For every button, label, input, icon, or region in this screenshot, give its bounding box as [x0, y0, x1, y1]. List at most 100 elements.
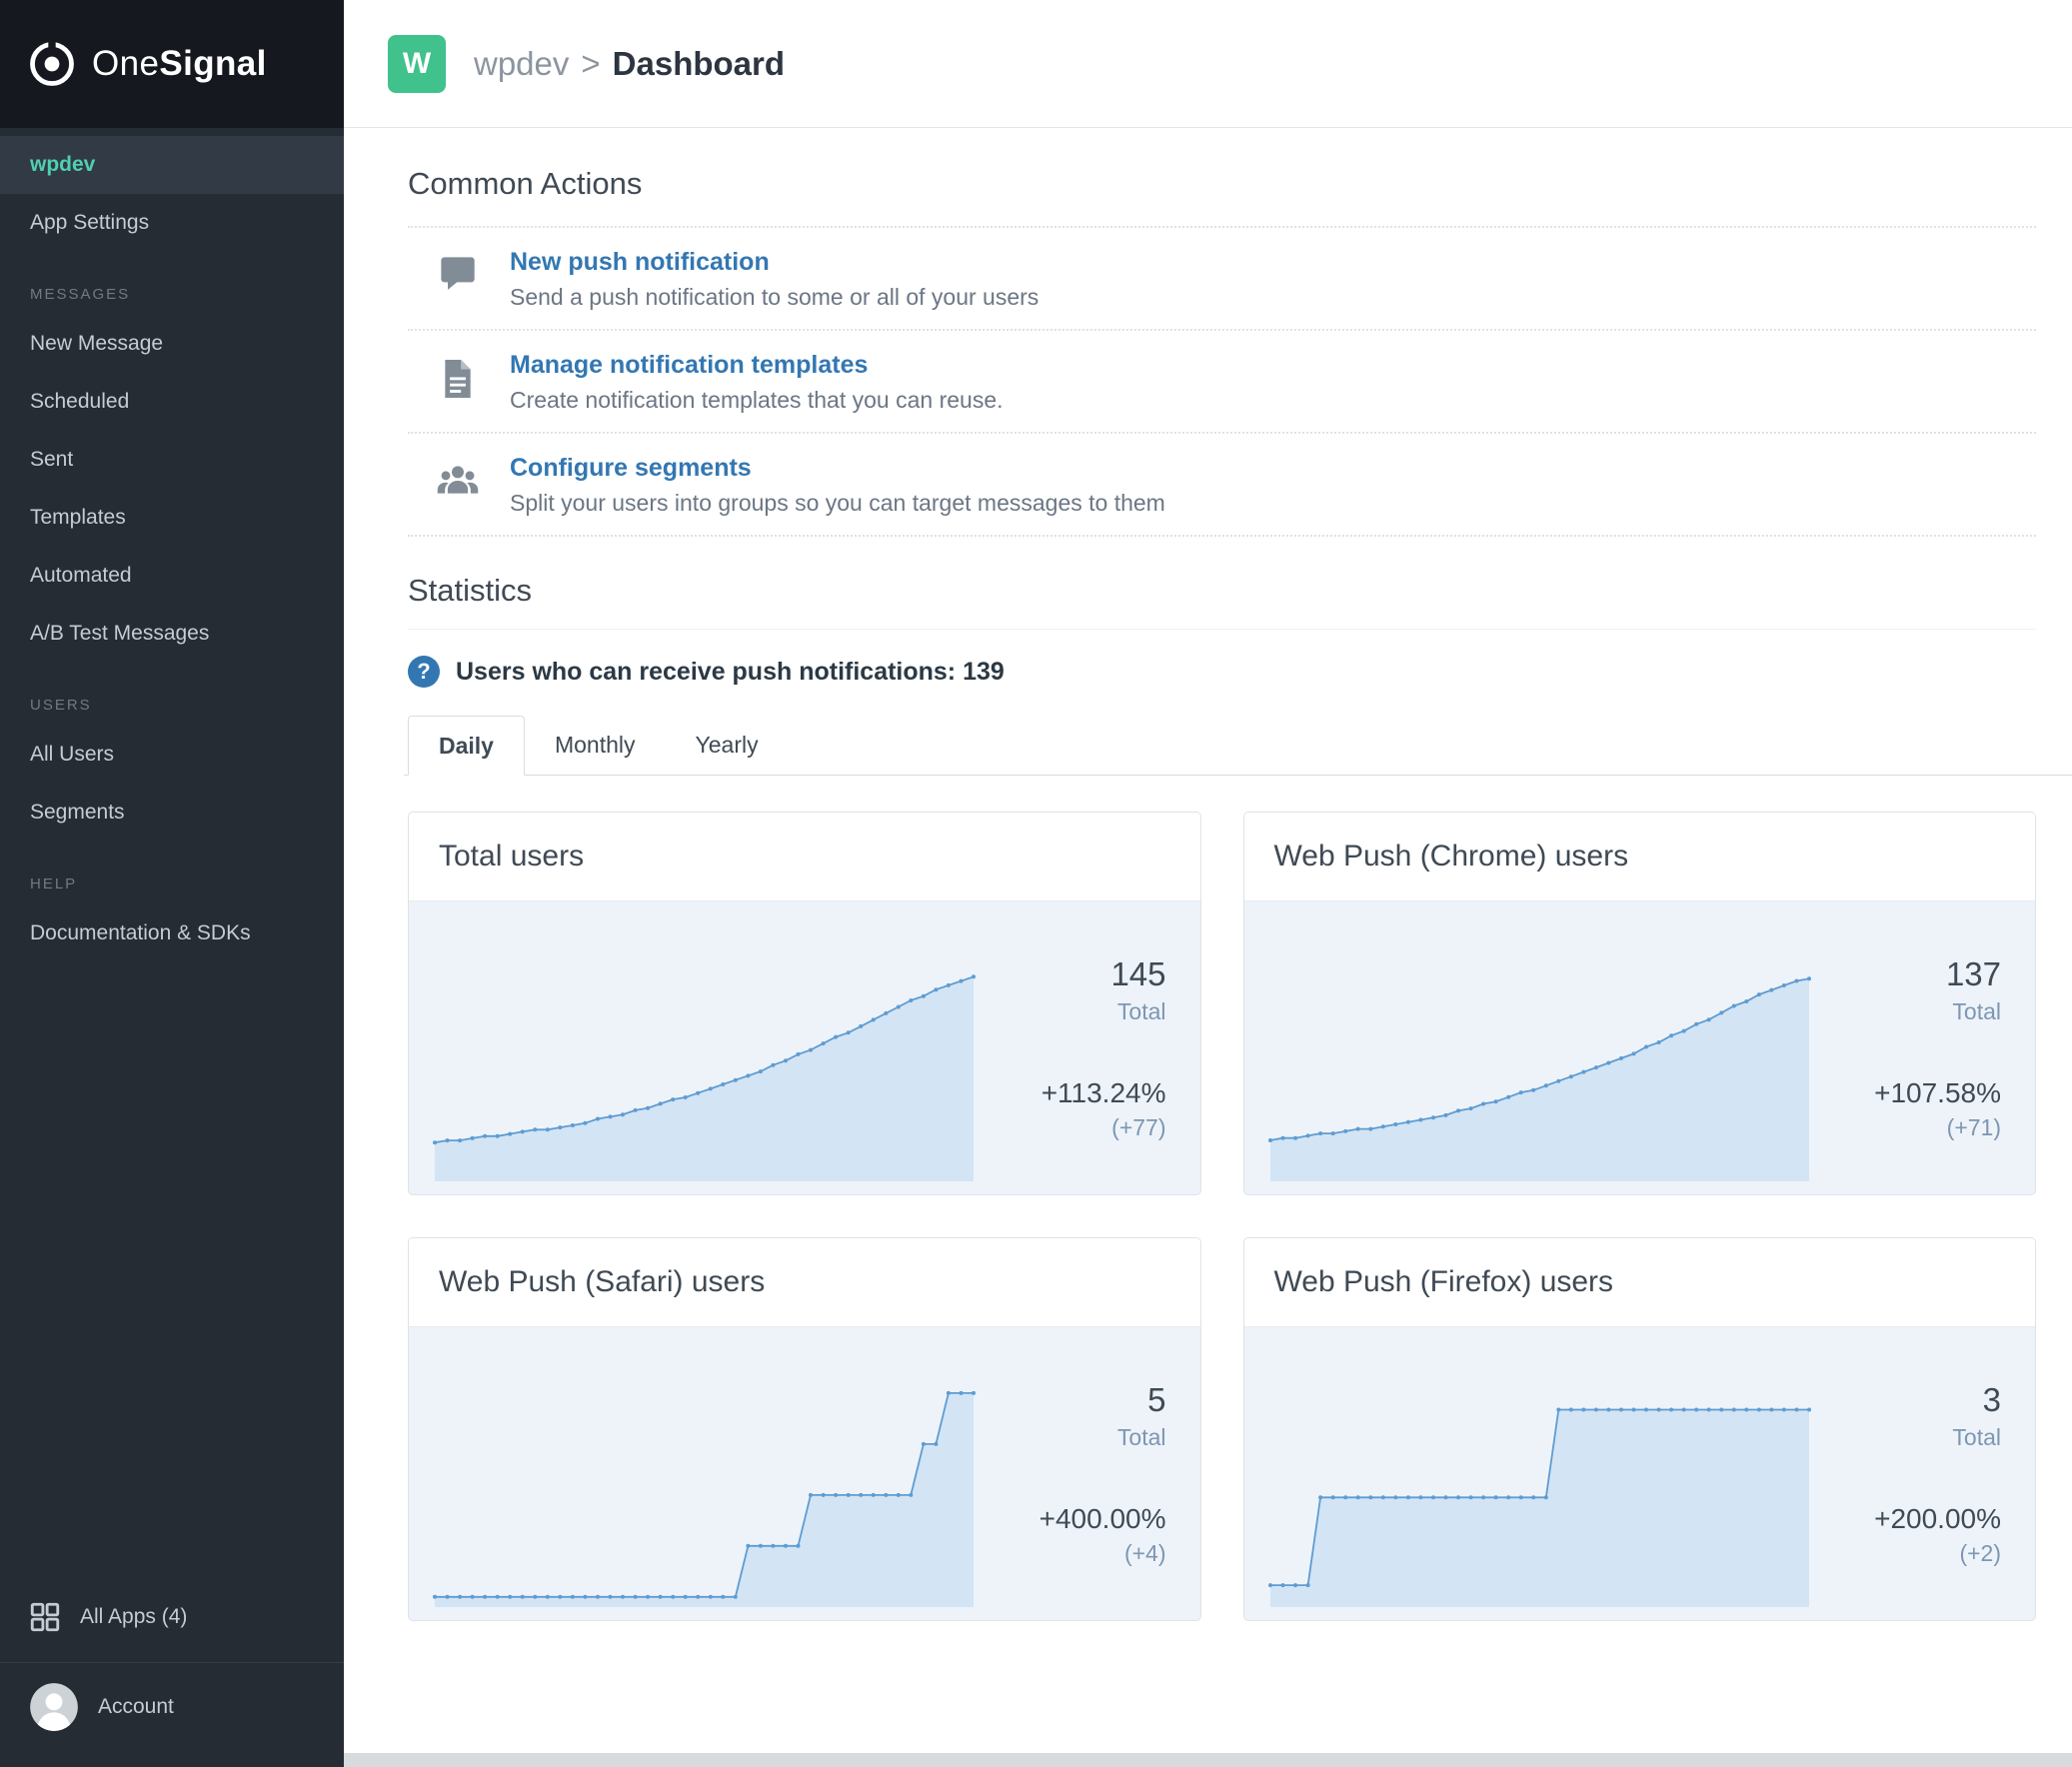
card-total-users-stats: 145 Total +113.24% (+77): [986, 901, 1200, 1194]
card-safari-users-title: Web Push (Safari) users: [409, 1238, 1200, 1327]
push-users-text: Users who can receive push notifications…: [456, 657, 1005, 686]
stat-total-label: Total: [1116, 997, 1166, 1024]
people-icon: [432, 454, 484, 502]
action-manage-templates[interactable]: Manage notification templates Create not…: [408, 331, 2036, 434]
account-button[interactable]: Account: [0, 1662, 344, 1759]
page-title: Dashboard: [612, 44, 786, 82]
chart-chrome-users: [1267, 939, 1813, 1184]
card-chrome-users: Web Push (Chrome) users 137 Total +107.5…: [1242, 812, 2036, 1195]
card-total-users: Total users 145 Total +113.24% (+77): [408, 812, 1201, 1195]
sidebar-item-app-settings[interactable]: App Settings: [0, 194, 344, 252]
document-icon: [432, 351, 484, 401]
common-actions-list: New push notification Send a push notifi…: [408, 226, 2036, 537]
sidebar-item-scheduled[interactable]: Scheduled: [0, 373, 344, 431]
card-safari-users-stats: 5 Total +400.00% (+4): [986, 1327, 1200, 1620]
stat-change-pct: +107.58%: [1874, 1076, 2001, 1108]
card-safari-users-body: 5 Total +400.00% (+4): [409, 1327, 1200, 1620]
sidebar-item-documentation-sdks[interactable]: Documentation & SDKs: [0, 904, 344, 962]
action-new-push-notification-desc: Send a push notification to some or all …: [510, 284, 1039, 310]
action-new-push-notification[interactable]: New push notification Send a push notifi…: [408, 228, 2036, 331]
action-configure-segments-link[interactable]: Configure segments: [510, 454, 1165, 483]
action-configure-segments[interactable]: Configure segments Split your users into…: [408, 434, 2036, 537]
card-safari-users: Web Push (Safari) users 5 Total +400.00%: [408, 1237, 1201, 1621]
stat-total-block: 3 Total: [1820, 1381, 2001, 1451]
stat-total-value: 145: [1110, 954, 1166, 992]
stats-cards: Total users 145 Total +113.24% (+77) Web…: [404, 776, 2036, 1651]
card-chrome-users-title: Web Push (Chrome) users: [1243, 813, 2035, 901]
stat-change-abs: (+71): [1946, 1113, 2001, 1140]
top-bar: W wpdev > Dashboard: [344, 0, 2072, 128]
stat-total-value: 5: [1147, 1380, 1166, 1418]
stat-change-pct: +200.00%: [1874, 1502, 2001, 1534]
stat-total-value: 137: [1945, 954, 2001, 992]
stat-total-block: 145 Total: [986, 954, 1166, 1025]
common-actions-title: Common Actions: [408, 166, 643, 201]
sidebar-section-users: USERS: [30, 697, 92, 714]
stat-change-block: +200.00% (+2): [1820, 1503, 2001, 1567]
stat-change-abs: (+77): [1111, 1113, 1166, 1140]
main-area: W wpdev > Dashboard Common Actions New p…: [344, 0, 2072, 1767]
sidebar-footer: All Apps (4) Account: [0, 1580, 344, 1767]
onesignal-logo-icon: [26, 38, 78, 90]
sidebar-item-new-message[interactable]: New Message: [0, 315, 344, 373]
chart-safari-users: [433, 1365, 978, 1610]
content: Common Actions New push notification Sen…: [344, 128, 2072, 1753]
stat-total-label: Total: [1116, 1423, 1166, 1450]
stat-total-block: 5 Total: [986, 1381, 1166, 1451]
stat-change-block: +113.24% (+77): [986, 1077, 1166, 1141]
sidebar-item-segments[interactable]: Segments: [0, 784, 344, 842]
stat-change-block: +400.00% (+4): [986, 1503, 1166, 1567]
all-apps-button[interactable]: All Apps (4): [0, 1580, 344, 1654]
chart-total-users: [433, 939, 978, 1184]
push-users-summary: ? Users who can receive push notificatio…: [404, 630, 2036, 716]
grid-icon: [28, 1600, 62, 1634]
card-firefox-users: Web Push (Firefox) users 3 Total +200.00…: [1242, 1237, 2036, 1621]
sidebar-item-all-users[interactable]: All Users: [0, 726, 344, 784]
action-new-push-notification-link[interactable]: New push notification: [510, 248, 1038, 277]
tab-monthly[interactable]: Monthly: [525, 716, 666, 775]
account-label: Account: [98, 1695, 174, 1718]
card-firefox-users-body: 3 Total +200.00% (+2): [1244, 1327, 2036, 1620]
statistics-title: Statistics: [408, 573, 2036, 630]
breadcrumb-app[interactable]: wpdev: [474, 45, 569, 83]
brand-name-bold: Signal: [159, 44, 267, 83]
sidebar-section-help: HELP: [30, 876, 78, 892]
help-icon[interactable]: ?: [408, 656, 440, 688]
sidebar-item-wpdev[interactable]: wpdev: [0, 136, 344, 194]
stat-change-pct: +400.00%: [1038, 1502, 1166, 1534]
card-chrome-users-body: 137 Total +107.58% (+71): [1244, 901, 2036, 1194]
tab-daily[interactable]: Daily: [408, 716, 525, 776]
sidebar-item-automated[interactable]: Automated: [0, 547, 344, 605]
stats-period-tabs: Daily Monthly Yearly: [404, 716, 2072, 776]
breadcrumb: wpdev > Dashboard: [474, 45, 785, 83]
stat-change-block: +107.58% (+71): [1820, 1077, 2001, 1141]
stat-total-value: 3: [1982, 1380, 2001, 1418]
card-total-users-title: Total users: [409, 813, 1200, 901]
action-text: Manage notification templates Create not…: [510, 351, 1004, 414]
card-chrome-users-stats: 137 Total +107.58% (+71): [1820, 901, 2035, 1194]
action-configure-segments-desc: Split your users into groups so you can …: [510, 490, 1165, 516]
chart-firefox-users: [1267, 1365, 1813, 1610]
brand-name-light: One: [92, 44, 160, 83]
sidebar-item-sent[interactable]: Sent: [0, 431, 344, 489]
sidebar-item-ab-test-messages[interactable]: A/B Test Messages: [0, 605, 344, 663]
sidebar-item-templates[interactable]: Templates: [0, 489, 344, 547]
sidebar-section-messages: MESSAGES: [30, 286, 131, 303]
avatar: [28, 1681, 80, 1733]
speech-bubble-icon: [432, 248, 484, 294]
app-icon[interactable]: W: [388, 34, 446, 93]
tab-yearly[interactable]: Yearly: [666, 716, 789, 775]
card-firefox-users-stats: 3 Total +200.00% (+2): [1820, 1327, 2035, 1620]
all-apps-label: All Apps (4): [80, 1605, 188, 1628]
action-text: Configure segments Split your users into…: [510, 454, 1165, 517]
stat-change-abs: (+2): [1959, 1539, 2001, 1566]
onesignal-logo[interactable]: OneSignal: [0, 0, 344, 128]
card-total-users-body: 145 Total +113.24% (+77): [409, 901, 1200, 1194]
action-manage-templates-link[interactable]: Manage notification templates: [510, 351, 1004, 380]
action-text: New push notification Send a push notifi…: [510, 248, 1038, 311]
stat-change-pct: +113.24%: [1040, 1076, 1166, 1108]
stat-change-abs: (+4): [1123, 1539, 1166, 1566]
statistics-section: Statistics ? Users who can receive push …: [404, 573, 2072, 1651]
breadcrumb-separator: >: [581, 44, 601, 82]
brand-name: OneSignal: [92, 44, 267, 84]
